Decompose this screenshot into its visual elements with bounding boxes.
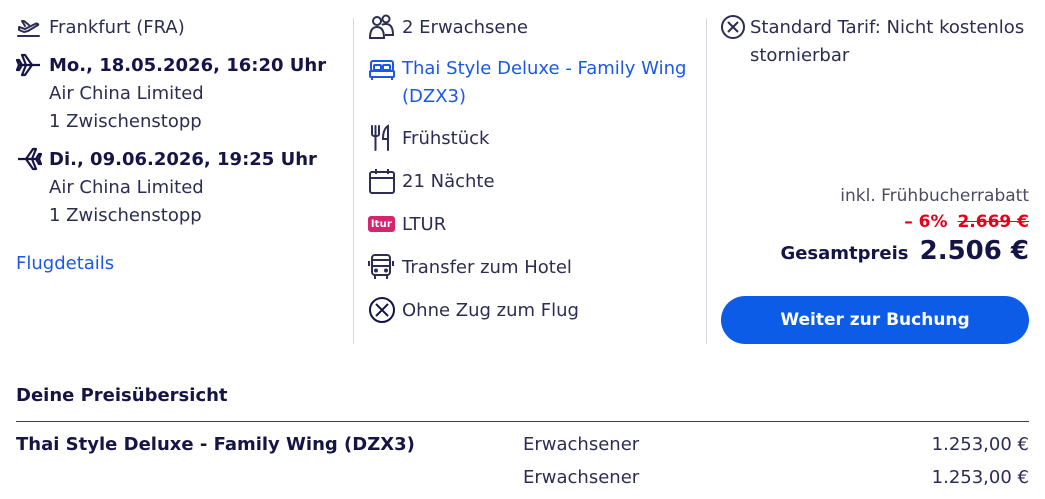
- tariff-line2: stornierbar: [750, 45, 850, 66]
- board-type: Frühstück: [402, 128, 490, 149]
- board-row: Frühstück: [368, 124, 698, 153]
- price-row-amount: 1.253,00 €: [931, 434, 1029, 455]
- outbound-airline: Air China Limited: [49, 83, 204, 104]
- discount-line: – 6% 2.669 €: [780, 212, 1029, 232]
- total-price: 2.506 €: [919, 236, 1029, 266]
- train-info: Ohne Zug zum Flug: [402, 300, 579, 321]
- transfer-row: Transfer zum Hotel: [368, 254, 698, 282]
- price-overview-divider: [16, 421, 1029, 422]
- total-label: Gesamtpreis: [780, 243, 909, 264]
- price-row-room: Thai Style Deluxe - Family Wing (DZX3): [16, 434, 415, 455]
- tariff-row: Standard Tarif: Nicht kostenlos stornier…: [720, 14, 1030, 70]
- price-row-type: Erwachsener: [523, 467, 640, 488]
- tariff-line1: Standard Tarif: Nicht kostenlos: [750, 17, 1025, 38]
- price-overview-title: Deine Preisübersicht: [16, 385, 228, 406]
- operator-name: LTUR: [402, 214, 447, 235]
- departure-icon: [16, 14, 44, 40]
- room-code[interactable]: (DZX3): [402, 83, 686, 111]
- price-row: Erwachsener 1.253,00 €: [16, 467, 1029, 497]
- flight-column: Frankfurt (FRA) Mo., 18.05.2026, 16:20 U…: [16, 14, 346, 278]
- outbound-datetime: Mo., 18.05.2026, 16:20 Uhr: [49, 55, 327, 76]
- price-column: Standard Tarif: Nicht kostenlos stornier…: [720, 14, 1030, 70]
- return-airline: Air China Limited: [49, 177, 204, 198]
- column-divider: [706, 18, 707, 344]
- room-name-link[interactable]: Thai Style Deluxe - Family Wing: [402, 55, 686, 83]
- ltur-logo: ltur: [368, 211, 396, 237]
- operator-row: ltur LTUR: [368, 211, 698, 239]
- plane-right-icon: [16, 52, 44, 78]
- outbound-row: Mo., 18.05.2026, 16:20 Uhr: [16, 52, 346, 80]
- travelers-row: 2 Erwachsene: [368, 14, 698, 42]
- nights-count: 21 Nächte: [402, 171, 495, 192]
- price-row-amount: 1.253,00 €: [931, 467, 1029, 488]
- travelers-icon: [368, 14, 396, 40]
- cutlery-icon: [368, 124, 396, 151]
- plane-left-icon: [16, 146, 44, 172]
- travelers-count: 2 Erwachsene: [402, 17, 528, 38]
- cancel-tariff-icon: [720, 14, 748, 40]
- discount-percent: – 6%: [904, 212, 948, 232]
- room-row: Thai Style Deluxe - Family Wing (DZX3): [368, 55, 698, 111]
- return-row: Di., 09.06.2026, 19:25 Uhr: [16, 146, 346, 174]
- origin-row: Frankfurt (FRA): [16, 14, 346, 42]
- price-row: Thai Style Deluxe - Family Wing (DZX3) E…: [16, 434, 1029, 464]
- total-line: Gesamtpreis 2.506 €: [780, 236, 1029, 266]
- early-booking-label: inkl. Frühbucherrabatt: [840, 186, 1029, 206]
- price-summary: inkl. Frühbucherrabatt – 6% 2.669 € Gesa…: [780, 186, 1029, 266]
- outbound-stops: 1 Zwischenstopp: [49, 111, 202, 132]
- continue-booking-button[interactable]: Weiter zur Buchung: [721, 296, 1029, 344]
- ltur-badge: ltur: [368, 216, 396, 232]
- origin-airport: Frankfurt (FRA): [49, 17, 185, 38]
- return-datetime: Di., 09.06.2026, 19:25 Uhr: [49, 149, 317, 170]
- flight-details-link[interactable]: Flugdetails: [16, 250, 346, 278]
- bed-icon: [368, 57, 396, 83]
- price-row-type: Erwachsener: [523, 434, 640, 455]
- no-train-icon: [368, 297, 396, 323]
- old-price: 2.669 €: [957, 212, 1029, 232]
- column-divider: [353, 18, 354, 344]
- bus-icon: [368, 254, 396, 280]
- nights-row: 21 Nächte: [368, 168, 698, 196]
- train-row: Ohne Zug zum Flug: [368, 297, 698, 325]
- hotel-column: 2 Erwachsene Thai Style Deluxe - Family …: [368, 14, 698, 325]
- transfer-info: Transfer zum Hotel: [402, 257, 572, 278]
- return-stops: 1 Zwischenstopp: [49, 205, 202, 226]
- calendar-icon: [368, 168, 396, 194]
